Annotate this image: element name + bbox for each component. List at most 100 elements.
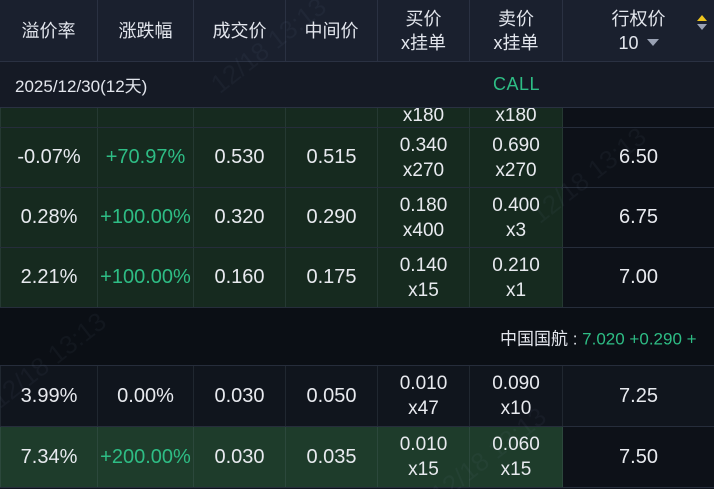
ask-price: 0.060 <box>492 434 540 455</box>
ask-price: 0.210 <box>492 254 540 276</box>
change-cell: +100.00% <box>98 248 194 307</box>
premium-cell <box>0 108 98 127</box>
option-row-highlighted[interactable]: 7.34% +200.00% 0.030 0.035 0.010 x15 0.0… <box>0 427 714 488</box>
ask-size: x3 <box>505 219 527 241</box>
column-label: 行权价 <box>611 8 666 29</box>
table-header: 溢价率 涨跌幅 成交价 中间价 买价 x挂单 卖价 x挂单 行权价 10 <box>0 0 714 62</box>
last-price-cell: 0.160 <box>194 248 286 307</box>
expiry-row[interactable]: 2025/12/30(12天) CALL <box>0 62 714 108</box>
column-header-mid-price: 中间价 <box>286 0 378 61</box>
ask-cell: 0.210 x1 <box>470 248 563 307</box>
underlying-price-change: 7.020 +0.290 + <box>582 329 697 348</box>
bid-price: 0.340 <box>399 134 448 156</box>
mid-price-cell <box>286 108 378 127</box>
options-chain-panel: 12/18 13:13 12/18 13:13 12/18 13:13 12/1… <box>0 0 714 489</box>
option-row[interactable]: 3.99% 0.00% 0.030 0.050 0.010 x47 0.090 … <box>0 366 714 427</box>
column-header-change: 涨跌幅 <box>98 0 194 61</box>
bid-cell: 0.010 x47 <box>378 366 470 426</box>
column-label: x挂单 <box>493 32 539 53</box>
option-row[interactable]: 0.28% +100.00% 0.320 0.290 0.180 x400 0.… <box>0 188 714 248</box>
sort-asc-icon <box>697 15 707 21</box>
underlying-name: 中国国航 <box>500 329 568 348</box>
bid-cell: 0.010 x15 <box>378 427 470 487</box>
bid-size: x270 <box>402 159 445 181</box>
mid-price-cell: 0.515 <box>286 128 378 187</box>
ask-price: 0.400 <box>492 194 540 216</box>
premium-cell: 3.99% <box>0 366 98 426</box>
mid-price-cell: 0.035 <box>286 427 378 487</box>
column-header-last-price: 成交价 <box>194 0 286 61</box>
bid-price: 0.010 <box>399 373 448 394</box>
bid-size: x15 <box>408 279 439 301</box>
ask-size: x1 <box>505 279 527 301</box>
column-header-premium: 溢价率 <box>0 0 98 61</box>
strike-cell: 6.50 <box>563 128 714 187</box>
ask-size: x15 <box>500 459 532 480</box>
bid-size: x15 <box>408 459 439 480</box>
strike-cell: 7.50 <box>563 427 714 487</box>
ask-size: x180 <box>495 108 537 126</box>
last-price-cell: 0.320 <box>194 188 286 247</box>
bid-cell: 0.340 x270 <box>378 128 470 187</box>
premium-cell: -0.07% <box>0 128 98 187</box>
premium-cell: 0.28% <box>0 188 98 247</box>
column-header-strike: 行权价 10 <box>563 0 714 61</box>
bid-cell: 0.180 x400 <box>378 188 470 247</box>
column-label: 成交价 <box>212 20 267 41</box>
option-row-partial[interactable]: x180 x180 <box>0 108 714 128</box>
last-price-cell: 0.030 <box>194 366 286 426</box>
bid-cell: x180 <box>378 108 470 127</box>
ask-cell: x180 <box>470 108 563 127</box>
bid-price: 0.140 <box>399 254 448 276</box>
mid-price-cell: 0.290 <box>286 188 378 247</box>
mid-price-cell: 0.050 <box>286 366 378 426</box>
ask-cell: 0.090 x10 <box>470 366 563 426</box>
change-cell: 0.00% <box>98 366 194 426</box>
option-row[interactable]: -0.07% +70.97% 0.530 0.515 0.340 x270 0.… <box>0 128 714 188</box>
column-label: x挂单 <box>401 32 446 53</box>
option-row[interactable]: 2.21% +100.00% 0.160 0.175 0.140 x15 0.2… <box>0 248 714 308</box>
ask-size: x10 <box>500 398 532 419</box>
strike-cell: 7.25 <box>563 366 714 426</box>
column-label: 买价 <box>405 8 442 29</box>
ask-price: 0.690 <box>492 134 540 156</box>
mid-price-cell: 0.175 <box>286 248 378 307</box>
change-cell <box>98 108 194 127</box>
strike-count-dropdown[interactable]: 10 <box>618 31 659 55</box>
column-header-bid: 买价 x挂单 <box>378 0 470 61</box>
bid-size: x400 <box>402 219 445 241</box>
premium-cell: 7.34% <box>0 427 98 487</box>
column-label: 中间价 <box>304 20 359 41</box>
option-type-label: CALL <box>492 74 541 94</box>
ask-size: x270 <box>495 159 537 181</box>
sort-desc-icon <box>697 24 707 30</box>
column-label: 涨跌幅 <box>118 20 173 41</box>
column-header-ask: 卖价 x挂单 <box>470 0 563 61</box>
change-cell: +200.00% <box>98 427 194 487</box>
column-label: 卖价 <box>498 8 534 29</box>
strike-count-value: 10 <box>618 32 639 53</box>
premium-cell: 2.21% <box>0 248 98 307</box>
ask-cell: 0.690 x270 <box>470 128 563 187</box>
last-price-cell <box>194 108 286 127</box>
bid-size: x47 <box>408 398 439 419</box>
bid-cell: 0.140 x15 <box>378 248 470 307</box>
strike-cell: 7.00 <box>563 248 714 307</box>
underlying-quote-banner[interactable]: 中国国航 : 7.020 +0.290 + <box>0 308 714 366</box>
bid-size: x180 <box>402 108 445 126</box>
expiry-date: 2025/12/30(12天) <box>15 77 148 96</box>
strike-cell: 6.75 <box>563 188 714 247</box>
bid-price: 0.180 <box>399 194 448 216</box>
separator: : <box>568 329 583 348</box>
ask-cell: 0.400 x3 <box>470 188 563 247</box>
underlying-quote-text: 中国国航 : 7.020 +0.290 + <box>500 324 697 349</box>
last-price-cell: 0.530 <box>194 128 286 187</box>
column-label: 溢价率 <box>21 20 76 41</box>
chevron-down-icon <box>646 39 659 46</box>
ask-cell: 0.060 x15 <box>470 427 563 487</box>
last-price-cell: 0.030 <box>194 427 286 487</box>
change-cell: +70.97% <box>98 128 194 187</box>
sort-toggle[interactable] <box>697 15 707 30</box>
change-cell: +100.00% <box>98 188 194 247</box>
ask-price: 0.090 <box>492 373 540 394</box>
